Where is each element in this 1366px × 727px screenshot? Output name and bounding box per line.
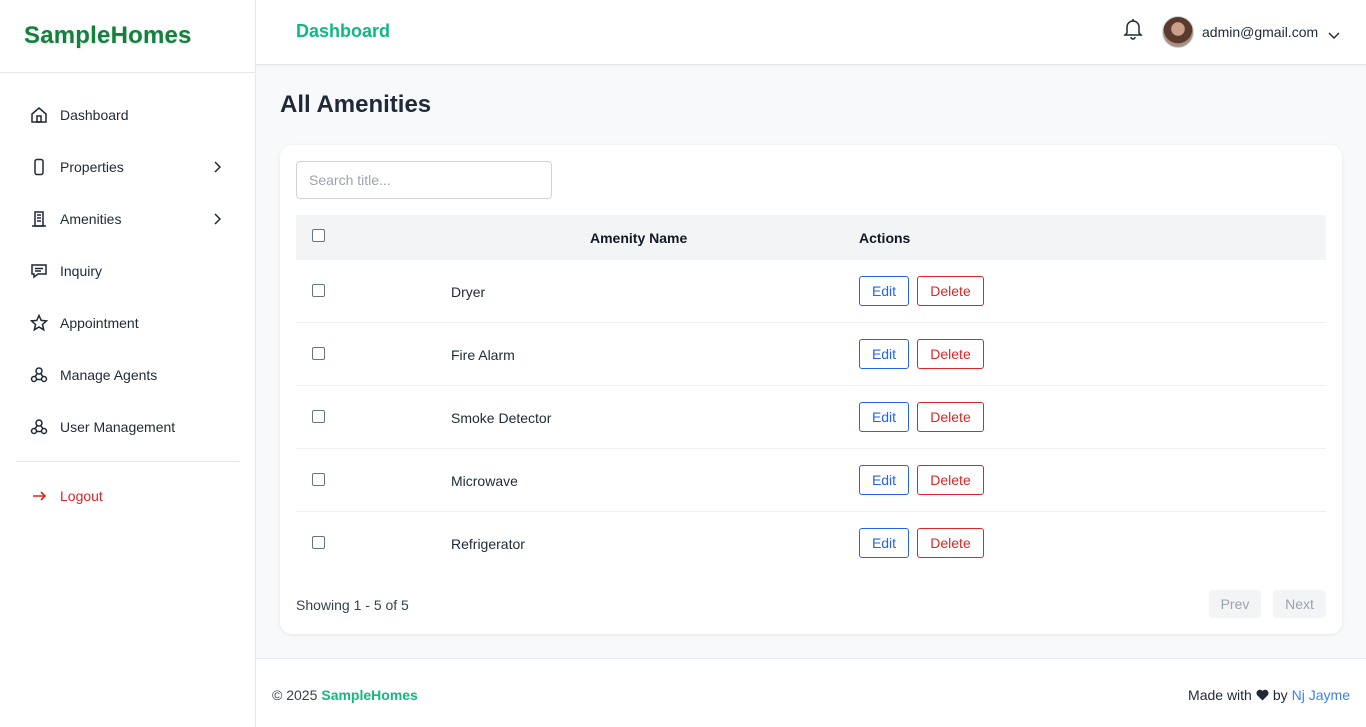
by-text: by — [1272, 687, 1288, 703]
delete-button[interactable]: Delete — [917, 402, 984, 432]
logout-label: Logout — [60, 488, 103, 504]
search-input[interactable] — [296, 161, 552, 199]
edit-button[interactable]: Edit — [859, 465, 909, 495]
sidebar: SampleHomes Dashboard Properties Ameniti… — [0, 0, 256, 727]
amenity-name: Microwave — [451, 473, 518, 489]
chat-icon — [30, 262, 48, 280]
amenity-name: Fire Alarm — [451, 347, 515, 363]
table-row: Refrigerator Edit Delete — [296, 512, 1326, 575]
heart-icon — [1256, 689, 1269, 701]
chevron-right-icon — [213, 213, 223, 225]
edit-button[interactable]: Edit — [859, 339, 909, 369]
row-checkbox[interactable] — [312, 536, 325, 549]
amenity-name: Refrigerator — [451, 536, 525, 552]
amenity-name: Smoke Detector — [451, 410, 552, 426]
sidebar-item-dashboard[interactable]: Dashboard — [0, 89, 255, 141]
sidebar-item-label: Amenities — [60, 211, 122, 227]
footer-brand: SampleHomes — [321, 687, 418, 703]
edit-button[interactable]: Edit — [859, 276, 909, 306]
pagination-summary: Showing 1 - 5 of 5 — [296, 597, 409, 613]
chevron-down-icon[interactable] — [1328, 27, 1340, 39]
brand-header: SampleHomes — [0, 0, 255, 73]
logout-button[interactable]: Logout — [0, 470, 255, 522]
sidebar-nav: Dashboard Properties Amenities Inquiry A… — [0, 73, 255, 522]
sidebar-item-inquiry[interactable]: Inquiry — [0, 245, 255, 297]
sidebar-item-properties[interactable]: Properties — [0, 141, 255, 193]
table-row: Microwave Edit Delete — [296, 449, 1326, 512]
sidebar-item-user-management[interactable]: User Management — [0, 401, 255, 453]
select-all-checkbox[interactable] — [312, 229, 325, 242]
copyright-text: © 2025 — [272, 687, 318, 703]
sidebar-item-label: Properties — [60, 159, 124, 175]
home-icon — [30, 106, 48, 124]
table-row: Smoke Detector Edit Delete — [296, 386, 1326, 449]
phone-icon — [30, 158, 48, 176]
arrow-right-icon — [30, 487, 48, 505]
header-title: Dashboard — [296, 21, 391, 41]
building-icon — [30, 210, 48, 228]
sidebar-item-label: Inquiry — [60, 263, 103, 279]
footer-copyright: © 2025 SampleHomes — [272, 687, 418, 703]
row-checkbox[interactable] — [312, 473, 325, 486]
user-email[interactable]: admin@gmail.com — [1202, 24, 1318, 40]
table-header: Amenity Name Actions — [296, 215, 1326, 260]
made-with-text: Made with — [1188, 687, 1252, 703]
top-bar: Dashboard admin@gmail.com — [256, 0, 1366, 65]
sidebar-item-appointment[interactable]: Appointment — [0, 297, 255, 349]
chevron-right-icon — [213, 161, 223, 173]
star-icon — [30, 314, 48, 332]
table-row: Fire Alarm Edit Delete — [296, 323, 1326, 386]
page-title: All Amenities — [280, 91, 432, 118]
users-icon — [30, 418, 48, 436]
sidebar-item-manage-agents[interactable]: Manage Agents — [0, 349, 255, 401]
sidebar-divider — [16, 461, 239, 462]
brand-logo[interactable]: SampleHomes — [24, 22, 192, 50]
bell-icon[interactable] — [1123, 18, 1143, 40]
column-header-name: Amenity Name — [590, 230, 688, 246]
prev-button[interactable]: Prev — [1209, 590, 1261, 618]
delete-button[interactable]: Delete — [917, 339, 984, 369]
row-checkbox[interactable] — [312, 347, 325, 360]
delete-button[interactable]: Delete — [917, 465, 984, 495]
delete-button[interactable]: Delete — [917, 276, 984, 306]
edit-button[interactable]: Edit — [859, 528, 909, 558]
row-checkbox[interactable] — [312, 284, 325, 297]
avatar[interactable] — [1162, 16, 1194, 48]
row-checkbox[interactable] — [312, 410, 325, 423]
author-link[interactable]: Nj Jayme — [1292, 687, 1350, 703]
next-button[interactable]: Next — [1273, 590, 1326, 618]
sidebar-item-label: Appointment — [60, 315, 139, 331]
sidebar-item-label: Dashboard — [60, 107, 129, 123]
edit-button[interactable]: Edit — [859, 402, 909, 432]
footer-credit: Made with by Nj Jayme — [1188, 687, 1350, 703]
users-icon — [30, 366, 48, 384]
column-header-actions: Actions — [859, 230, 911, 246]
delete-button[interactable]: Delete — [917, 528, 984, 558]
footer: © 2025 SampleHomes Made with by Nj Jayme — [256, 658, 1366, 727]
sidebar-item-label: Manage Agents — [60, 367, 158, 383]
sidebar-item-amenities[interactable]: Amenities — [0, 193, 255, 245]
amenities-table: Amenity Name Actions Dryer Edit Delete F… — [296, 215, 1326, 575]
amenity-name: Dryer — [451, 284, 486, 300]
amenities-card: Amenity Name Actions Dryer Edit Delete F… — [280, 145, 1342, 634]
table-row: Dryer Edit Delete — [296, 260, 1326, 323]
sidebar-item-label: User Management — [60, 419, 176, 435]
